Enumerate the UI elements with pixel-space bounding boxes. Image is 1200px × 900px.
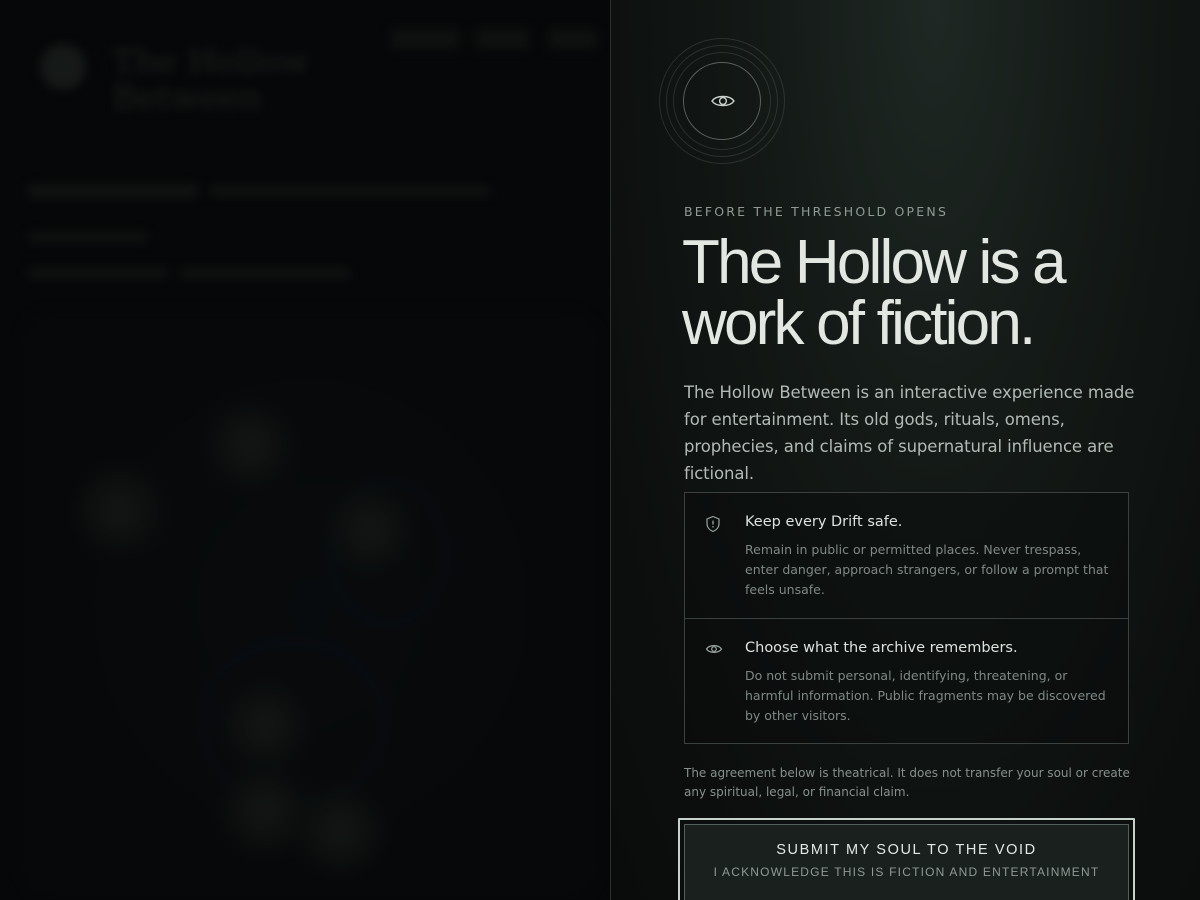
background-blur-layer: The Hollow Between	[0, 0, 610, 900]
background-map-node	[200, 395, 300, 495]
safety-rules-box: Keep every Drift safe. Remain in public …	[684, 492, 1129, 744]
rule-title: Keep every Drift safe.	[745, 514, 903, 530]
background-app: The Hollow Between	[0, 0, 610, 900]
kicker-text: BEFORE THE THRESHOLD OPENS	[684, 204, 949, 219]
background-nav-item	[475, 28, 530, 50]
rule-item-archive: Choose what the archive remembers. Do no…	[685, 618, 1128, 743]
background-map-node	[290, 780, 390, 880]
page: The Hollow Between BEFORE THE THRESHOLD …	[0, 0, 1200, 900]
eye-icon	[705, 645, 723, 653]
background-text-line	[28, 268, 168, 278]
background-map-node	[320, 480, 420, 580]
eye-icon	[711, 95, 735, 107]
background-app-title: The Hollow Between	[112, 42, 309, 118]
submit-button-sublabel: I ACKNOWLEDGE THIS IS FICTION AND ENTERT…	[713, 865, 1100, 879]
background-nav-item	[390, 28, 460, 50]
rule-title: Choose what the archive remembers.	[745, 640, 1018, 656]
background-text-line	[28, 232, 148, 242]
intro-paragraph: The Hollow Between is an interactive exp…	[684, 383, 1135, 483]
rule-item-safety: Keep every Drift safe. Remain in public …	[685, 493, 1128, 618]
submit-soul-button[interactable]: SUBMIT MY SOUL TO THE VOID I ACKNOWLEDGE…	[678, 818, 1135, 900]
background-text-line	[210, 186, 490, 196]
disclaimer-panel: BEFORE THE THRESHOLD OPENS The Hollow is…	[610, 0, 1200, 900]
background-nav-item	[548, 28, 598, 50]
background-logo	[40, 44, 86, 90]
submit-button-label: SUBMIT MY SOUL TO THE VOID	[776, 842, 1037, 858]
background-text-line	[28, 184, 198, 198]
submit-button-inner[interactable]: SUBMIT MY SOUL TO THE VOID I ACKNOWLEDGE…	[684, 824, 1129, 900]
shield-alert-icon	[706, 515, 720, 533]
rule-body: Remain in public or permitted places. Ne…	[745, 542, 1109, 597]
rule-body: Do not submit personal, identifying, thr…	[745, 668, 1106, 723]
page-title: The Hollow is a work of fiction.	[682, 228, 1067, 358]
background-text-line	[180, 268, 350, 278]
fine-print: The agreement below is theatrical. It do…	[684, 766, 1130, 799]
eye-emblem	[659, 38, 787, 166]
background-map-node	[70, 460, 170, 560]
